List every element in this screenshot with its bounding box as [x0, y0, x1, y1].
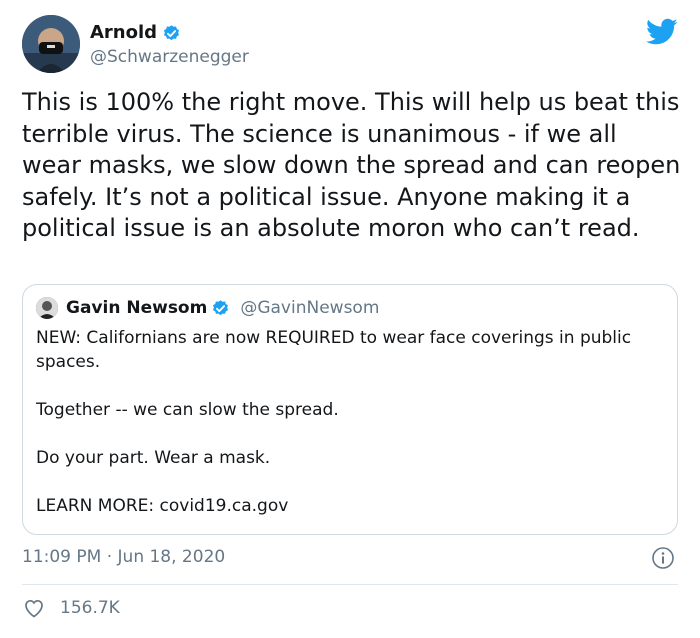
author-handle[interactable]: @Schwarzenegger [90, 46, 249, 68]
author-avatar[interactable] [22, 15, 80, 73]
quote-author-handle[interactable]: @GavinNewsom [240, 298, 379, 318]
tweet-timestamp[interactable]: 11:09 PM · Jun 18, 2020 [22, 545, 225, 569]
quote-paragraph: Do your part. Wear a mask. [36, 448, 271, 468]
like-count: 156.7K [60, 598, 120, 618]
heart-icon[interactable] [22, 596, 46, 620]
tweet-text: This is 100% the right move. This will h… [22, 88, 681, 242]
author-name[interactable]: Arnold [90, 22, 157, 44]
divider [22, 584, 678, 585]
quote-paragraph: Together -- we can slow the spread. [36, 400, 339, 420]
like-button[interactable]: 156.7K [22, 596, 120, 620]
author-name-row[interactable]: Arnold [90, 22, 181, 44]
quote-verified-badge-icon [213, 299, 229, 315]
info-icon[interactable] [651, 546, 675, 570]
quote-author-name[interactable]: Gavin Newsom [66, 298, 207, 318]
quote-paragraph: LEARN MORE: covid19.ca.gov [36, 496, 289, 516]
twitter-logo-icon[interactable] [646, 18, 678, 46]
quote-body: NEW: Californians are now REQUIRED to we… [36, 326, 661, 518]
quote-paragraph: NEW: Californians are now REQUIRED to we… [36, 328, 632, 372]
quote-author-avatar[interactable] [36, 297, 58, 319]
verified-badge-icon [164, 24, 180, 40]
quoted-tweet[interactable]: Gavin Newsom @GavinNewsom NEW: Californi… [22, 284, 678, 535]
quote-header: Gavin Newsom @GavinNewsom [36, 297, 379, 319]
